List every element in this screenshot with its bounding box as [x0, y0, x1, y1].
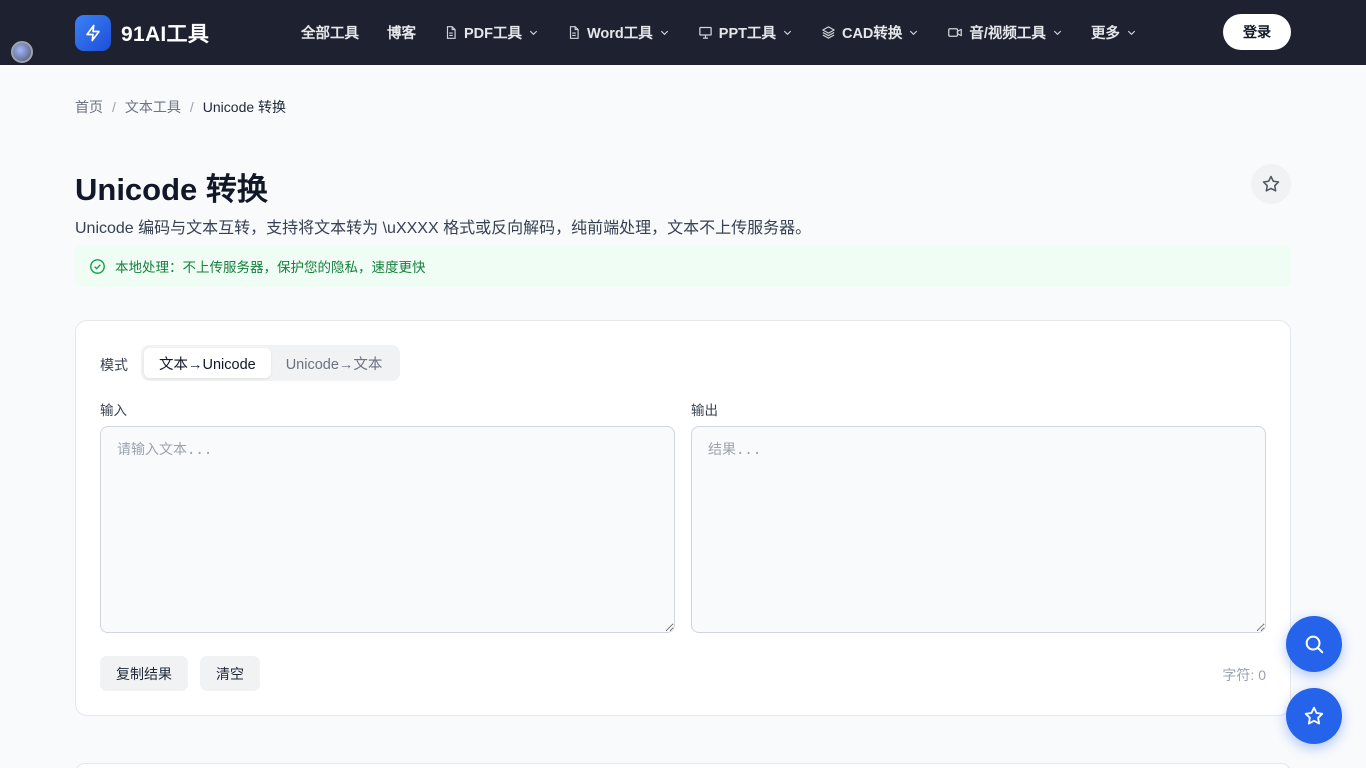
login-button[interactable]: 登录: [1223, 14, 1291, 50]
presentation-icon: [698, 25, 713, 40]
nav-item-label: 音/视频工具: [969, 26, 1046, 42]
output-label: 输出: [691, 403, 718, 418]
chevron-down-icon: [908, 27, 919, 38]
nav-item-label: 全部工具: [301, 26, 359, 42]
nav-item-label: Word工具: [587, 26, 653, 42]
brand-name: 91AI工具: [121, 23, 210, 46]
input-label: 输入: [100, 403, 127, 418]
top-navbar: 91AI工具 全部工具 博客 PDF工具 Word工具 PPT工具 CAD转换: [0, 0, 1366, 65]
mode-unicode-to-text[interactable]: Unicode→文本: [271, 348, 398, 378]
page-title: Unicode 转换: [75, 172, 268, 207]
chevron-down-icon: [1126, 27, 1137, 38]
nav-item-cad-convert[interactable]: CAD转换: [821, 22, 919, 43]
breadcrumb-home[interactable]: 首页: [75, 97, 103, 117]
video-icon: [947, 25, 963, 40]
nav-item-blog[interactable]: 博客: [387, 22, 416, 43]
check-circle-icon: [89, 258, 106, 275]
avatar[interactable]: [11, 41, 33, 63]
nav-item-av-tools[interactable]: 音/视频工具: [947, 22, 1063, 43]
star-icon: [1261, 174, 1281, 194]
nav-item-word-tools[interactable]: Word工具: [567, 22, 670, 43]
favorite-button[interactable]: [1251, 164, 1291, 204]
breadcrumb-category[interactable]: 文本工具: [125, 97, 181, 117]
favorites-fab[interactable]: [1286, 688, 1342, 744]
main-nav: 全部工具 博客 PDF工具 Word工具 PPT工具 CAD转换 音/视频工具: [301, 0, 1165, 65]
mode-switch: 文本→Unicode Unicode→文本: [141, 345, 401, 381]
char-count: 字符: 0: [1222, 667, 1266, 683]
document-icon: [567, 25, 581, 40]
nav-item-label: PPT工具: [718, 26, 776, 42]
nav-item-pdf-tools[interactable]: PDF工具: [444, 22, 539, 43]
search-icon: [1303, 633, 1325, 655]
copy-result-button[interactable]: 复制结果: [100, 656, 188, 691]
local-processing-notice: 本地处理：不上传服务器，保护您的隐私，速度更快: [75, 245, 1291, 287]
nav-item-label: 更多: [1090, 26, 1120, 42]
clear-button[interactable]: 清空: [200, 656, 260, 691]
chevron-down-icon: [528, 27, 539, 38]
search-fab[interactable]: [1286, 616, 1342, 672]
mode-label: 模式: [100, 357, 128, 373]
document-icon: [444, 25, 458, 40]
breadcrumb-separator: /: [189, 99, 194, 115]
lightning-icon: [75, 15, 111, 51]
chevron-down-icon: [1052, 27, 1063, 38]
notice-text: 本地处理：不上传服务器，保护您的隐私，速度更快: [115, 260, 426, 275]
tool-card: 模式 文本→Unicode Unicode→文本 输入 输出 复制结果 清空 字…: [75, 320, 1291, 716]
nav-item-label: PDF工具: [464, 26, 522, 42]
layers-icon: [821, 25, 836, 40]
output-textarea[interactable]: [691, 426, 1266, 633]
page-description: Unicode 编码与文本互转，支持将文本转为 \uXXXX 格式或反向解码，纯…: [75, 220, 812, 237]
breadcrumb-current: Unicode 转换: [202, 99, 287, 115]
breadcrumb: 首页 / 文本工具 / Unicode 转换: [75, 97, 286, 117]
mode-text-to-unicode[interactable]: 文本→Unicode: [144, 348, 271, 378]
chevron-down-icon: [659, 27, 670, 38]
next-section-card: [75, 763, 1291, 768]
nav-item-all-tools[interactable]: 全部工具: [301, 22, 359, 43]
nav-item-label: CAD转换: [841, 26, 903, 42]
nav-item-label: 博客: [387, 26, 416, 42]
input-textarea[interactable]: [100, 426, 675, 633]
brand-logo[interactable]: 91AI工具: [75, 15, 209, 51]
star-icon: [1303, 705, 1325, 727]
breadcrumb-separator: /: [112, 99, 116, 115]
nav-item-more[interactable]: 更多: [1091, 22, 1137, 43]
chevron-down-icon: [782, 27, 793, 38]
nav-item-ppt-tools[interactable]: PPT工具: [698, 22, 793, 43]
